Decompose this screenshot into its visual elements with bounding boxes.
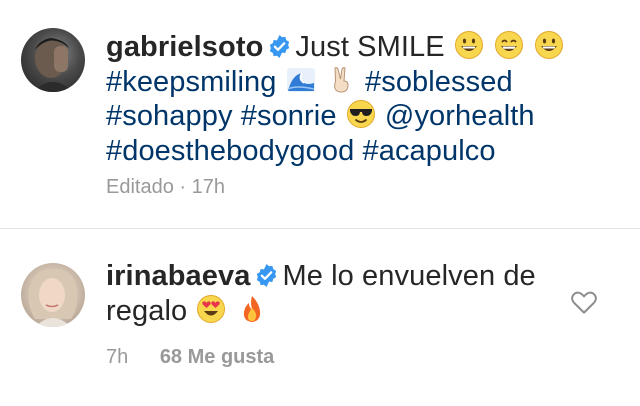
- mention-link[interactable]: @yorhealth: [385, 100, 535, 132]
- like-heart-button[interactable]: [569, 287, 599, 317]
- comment-item: irinabaeva Me lo envuelven de regalo 7h 6…: [0, 229, 640, 406]
- timestamp[interactable]: 7h: [106, 346, 128, 368]
- comment-meta: 7h 68 Me gusta: [106, 346, 274, 369]
- water-wave-emoji-icon: [286, 65, 316, 95]
- username[interactable]: gabrielsoto: [106, 31, 263, 63]
- username[interactable]: irinabaeva: [106, 260, 250, 292]
- hashtag-link[interactable]: #soblessed: [365, 66, 513, 98]
- likes-count[interactable]: 68 Me gusta: [160, 346, 274, 368]
- edited-label: Editado: [106, 176, 174, 198]
- hashtag-link[interactable]: #sohappy: [106, 100, 233, 132]
- meta-separator: ·: [179, 176, 187, 198]
- hashtag-link[interactable]: #acapulco: [363, 135, 496, 167]
- grinning-face-emoji-icon: [454, 30, 484, 60]
- grinning-face-smiling-eyes-emoji-icon: [494, 30, 524, 60]
- fire-emoji-icon: [237, 294, 267, 324]
- smiling-face-sunglasses-emoji-icon: [346, 99, 376, 129]
- comment-item: gabrielsoto Just SMILE #keepsmiling #sobl…: [0, 0, 640, 228]
- verified-badge-icon: [267, 34, 292, 59]
- comment-body-text: Just SMILE: [295, 31, 445, 63]
- avatar[interactable]: [21, 28, 85, 92]
- heart-eyes-emoji-icon: [196, 294, 226, 324]
- hashtag-link[interactable]: #doesthebodygood: [106, 135, 354, 167]
- grinning-face-emoji-icon: [534, 30, 564, 60]
- timestamp[interactable]: 17h: [192, 176, 225, 198]
- comment-text: irinabaeva Me lo envuelven de regalo: [106, 259, 584, 328]
- victory-hand-emoji-icon: [326, 65, 356, 95]
- heart-outline-icon: [571, 291, 597, 314]
- comment-meta: Editado · 17h: [106, 176, 225, 199]
- verified-badge-icon: [254, 263, 279, 288]
- avatar[interactable]: [21, 263, 85, 327]
- hashtag-link[interactable]: #sonrie: [241, 100, 337, 132]
- hashtag-link[interactable]: #keepsmiling: [106, 66, 276, 98]
- comment-text: gabrielsoto Just SMILE #keepsmiling #sobl…: [106, 30, 584, 168]
